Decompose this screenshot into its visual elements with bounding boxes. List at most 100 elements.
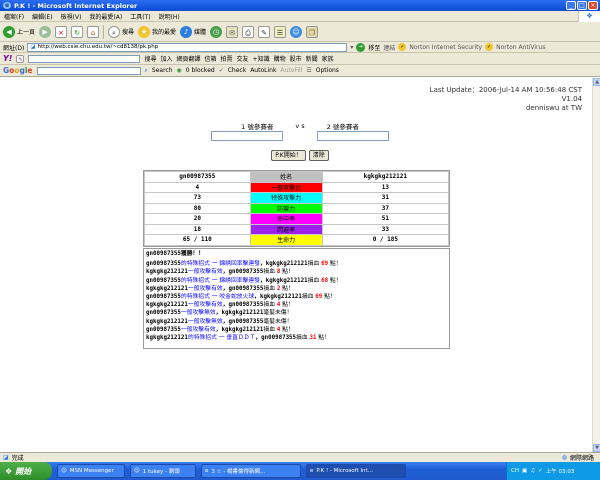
print-icon[interactable]: ⎙ [242,25,255,38]
address-dropdown-icon[interactable]: ▾ [350,44,353,51]
links-label[interactable]: 連結 [383,43,395,52]
task-label: P.K ! - Microsoft Int... [316,468,373,474]
menu-tools[interactable]: 工具(T) [130,12,150,21]
address-input[interactable]: ◪ http://web.csie.chu.edu.tw/~cd8138/pk.… [27,42,348,52]
popup-blocked-count[interactable]: 0 blocked [186,67,215,74]
pk-start-button[interactable]: P.K開始！ [271,150,306,161]
stat-label: 防禦力 [249,202,323,214]
messenger-icon[interactable]: ☺ [290,25,303,38]
language-indicator[interactable]: CH [511,468,519,474]
log-attacker: kgkgkg212121 [146,285,188,292]
stat-row: 18 閃避率 33 [144,223,450,235]
log-attacker: kgkgkg212121 [146,269,188,276]
refresh-icon[interactable]: ↻ [71,25,84,38]
clear-button[interactable]: 清除 [308,150,329,161]
taskbar-item-chat[interactable]: ☺ 1 tukey - 剩頭 [130,464,196,478]
google-options-button[interactable]: Options [316,67,339,74]
menu-edit[interactable]: 編輯(E) [32,12,52,21]
tray-network-icon[interactable]: ▣ [522,468,527,474]
edit-icon[interactable]: ✎ [258,25,271,38]
go-label[interactable]: 移至 [368,43,380,52]
minimize-icon[interactable]: _ [566,1,576,10]
google-autofill-button[interactable]: AutoFill [280,67,302,74]
log-action: 一般攻擊無效 [180,310,216,317]
google-autolink-button[interactable]: AutoLink [250,67,276,74]
favorites-button[interactable]: ★ 我的最愛 [138,25,176,38]
yahoo-shopping-link[interactable]: 購物 [274,54,286,63]
google-search-button[interactable]: Search [152,67,173,74]
norton-security-label[interactable]: Norton Internet Security [409,44,482,51]
player2-label: 2 號參賽者 [326,123,359,131]
page-done-icon: ◪ [3,454,9,461]
mail-icon[interactable]: ✉ [226,25,239,38]
window-title-bar[interactable]: e P.K ! - Microsoft Internet Explorer [0,0,600,11]
last-update-text: Last Update：2006-Jul-14 AM 10:56:48 CST [429,86,582,94]
yahoo-mail-link[interactable]: 信箱 [205,54,217,63]
favorites-star-icon: ★ [138,25,151,38]
scroll-down-icon[interactable]: ▼ [593,444,600,452]
task-label: MSN Messenger [69,468,114,474]
scroll-up-icon[interactable]: ▲ [593,78,600,86]
media-button[interactable]: ♪ 媒體 [180,25,206,38]
tray-volume-icon[interactable]: ♫ [530,468,535,474]
log-attacker: gn00987355 [146,310,181,317]
yahoo-join-button[interactable]: 加入 [160,54,172,63]
log-line: kgkgkg212121一般攻擊有效，gn00987355損血 2 點！ [146,285,447,293]
player2-input[interactable] [317,131,389,141]
stat-row: 80 防禦力 37 [144,202,450,214]
stat-right-value: 33 [321,223,450,235]
research-icon[interactable]: ❐ [306,25,319,38]
menu-favorites[interactable]: 我的最愛(A) [89,12,122,21]
log-result: 毫髮未傷！ [263,310,293,317]
menu-file[interactable]: 檔案(F) [4,12,24,21]
yahoo-auction-link[interactable]: 拍賣 [221,54,233,63]
taskbar-item-msn[interactable]: ☺ MSN Messenger [57,464,125,478]
maximize-icon[interactable]: □ [577,1,587,10]
log-attacker: gn00987355 [146,261,181,268]
yahoo-personals-link[interactable]: 交友 [237,54,249,63]
ie-task-icon: e [310,468,314,474]
yahoo-groups-link[interactable]: 家族 [322,54,334,63]
yahoo-translate-link[interactable]: 網頁翻譯 [176,54,200,63]
yahoo-knowledge-link[interactable]: +知識 [253,54,270,63]
ie-icon: e [3,2,11,9]
taskbar-item-pk[interactable]: e P.K ! - Microsoft Int... [306,464,406,478]
norton-antivirus-label[interactable]: Norton AntiVirus [496,44,545,51]
yahoo-stock-link[interactable]: 股市 [290,54,302,63]
yahoo-search-input[interactable] [28,54,141,63]
log-damage: 68 [321,277,329,284]
log-line: gn00987355的特殊招式 一 咬金蛇放火球，kgkgkg212121損血 … [146,293,447,301]
yahoo-news-link[interactable]: 新聞 [306,54,318,63]
google-search-input[interactable] [36,66,141,75]
yahoo-search-button[interactable]: 搜尋 [144,54,156,63]
log-defender: ，gn00987355 [222,302,264,309]
log-unit: 點！ [328,261,342,268]
taskbar-item-browser2[interactable]: e 3 ☆ - 楊書倫得新網... [201,464,301,478]
log-result: 損血 [263,326,277,333]
winner-text: gn00987355獲勝！！ [146,251,205,257]
stop-icon[interactable]: × [55,25,68,38]
start-button[interactable]: ❖ 開始 [0,462,52,480]
player1-label: 1 號參賽者 [241,123,274,131]
menu-view[interactable]: 檢視(V) [61,12,82,21]
history-icon[interactable]: ◷ [210,25,223,38]
log-defender: ，kgkgkg212121 [259,277,308,284]
system-tray: CH ▣ ♫ ✓ 上午 03:03 [506,462,600,480]
yahoo-pencil-icon[interactable]: ✎ [16,54,25,63]
stat-left-value: 80 [144,202,251,214]
menu-help[interactable]: 說明(H) [159,12,180,21]
back-button[interactable]: ◀ 上一頁 [3,25,35,38]
name-header: 姓名 [249,171,323,183]
home-icon[interactable]: ⌂ [87,25,100,38]
tray-shield-icon[interactable]: ✓ [538,468,543,474]
go-arrow-icon[interactable]: ➜ [356,42,366,52]
search-button[interactable]: ⌕ 搜尋 [108,25,134,38]
log-line: kgkgkg212121的特殊招式 一 垂直ＤＤＴ，gn00987355損血 3… [146,334,447,342]
stat-left-value: 73 [144,192,251,204]
forward-arrow-icon[interactable]: ▶ [39,25,52,38]
google-check-button[interactable]: Check [228,67,246,74]
yahoo-toolbar: Y! ✎ 搜尋 加入 網頁翻譯 信箱 拍賣 交友 +知識 購物 股市 新聞 家族 [0,53,600,65]
close-icon[interactable]: × [588,1,598,10]
discuss-icon[interactable]: ☰ [274,25,287,38]
player1-input[interactable] [211,131,283,141]
